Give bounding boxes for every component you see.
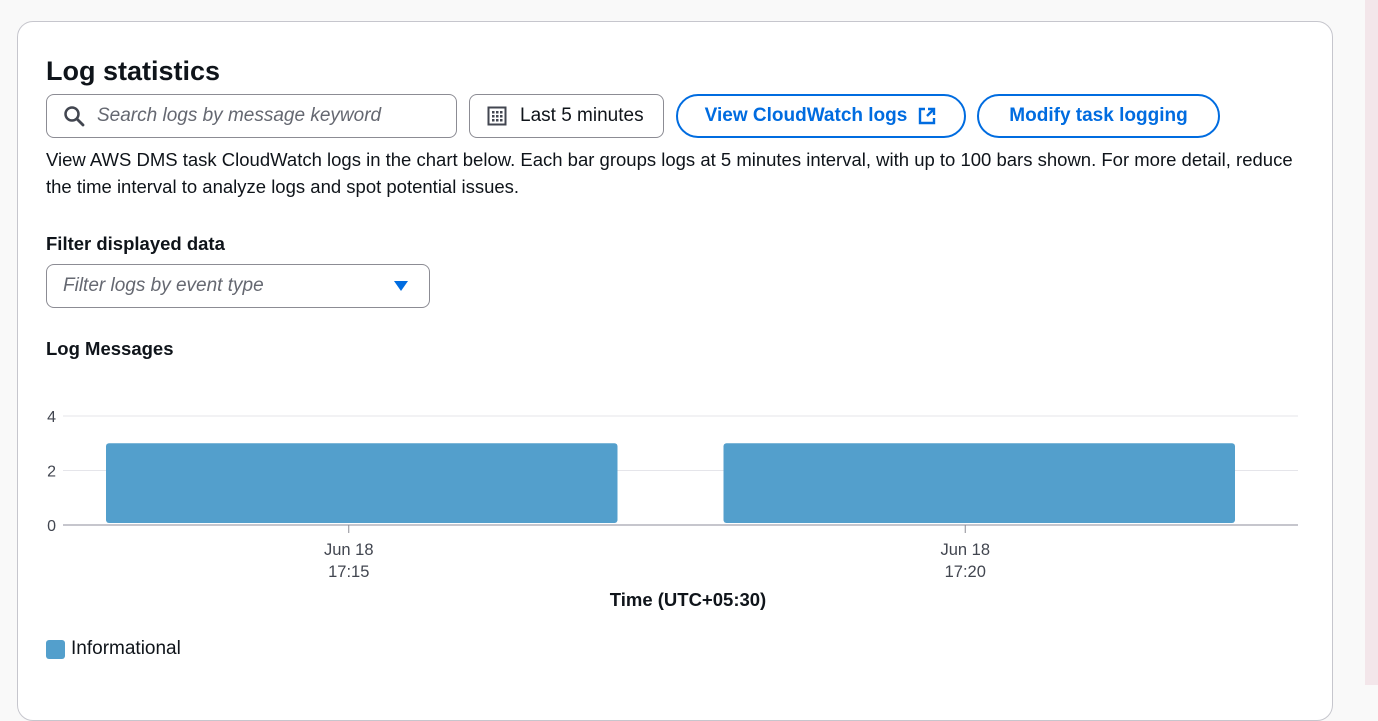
legend-swatch: [46, 639, 65, 659]
modify-task-logging-button[interactable]: Modify task logging: [977, 94, 1220, 138]
caret-down-icon: [394, 281, 408, 291]
date-range-picker[interactable]: Last 5 minutes: [469, 94, 664, 138]
event-type-filter-select[interactable]: Filter logs by event type: [46, 264, 430, 308]
calendar-icon: [487, 106, 507, 126]
search-placeholder: Search logs by message keyword: [97, 105, 382, 126]
panel-description: View AWS DMS task CloudWatch logs in the…: [46, 149, 1293, 197]
legend-label: Informational: [71, 638, 181, 659]
filter-placeholder: Filter logs by event type: [63, 275, 264, 296]
log-statistics-panel: Log statistics Search logs by message ke…: [17, 21, 1333, 721]
view-cloudwatch-logs-button[interactable]: View CloudWatch logs: [676, 94, 966, 138]
modify-task-logging-label: Modify task logging: [1009, 105, 1188, 126]
scrollbar-track[interactable]: [1365, 0, 1378, 685]
filter-label: Filter displayed data: [46, 233, 225, 254]
panel-title: Log statistics: [46, 56, 221, 86]
search-icon: [64, 106, 85, 127]
view-cloudwatch-logs-label: View CloudWatch logs: [704, 105, 908, 126]
chart-title: Log Messages: [46, 338, 174, 359]
date-range-value: Last 5 minutes: [520, 105, 644, 126]
x-axis-title: Time (UTC+05:30): [609, 589, 767, 610]
chart-legend[interactable]: Informational: [46, 638, 181, 660]
external-link-icon: [919, 107, 936, 125]
search-input[interactable]: Search logs by message keyword: [46, 94, 457, 138]
